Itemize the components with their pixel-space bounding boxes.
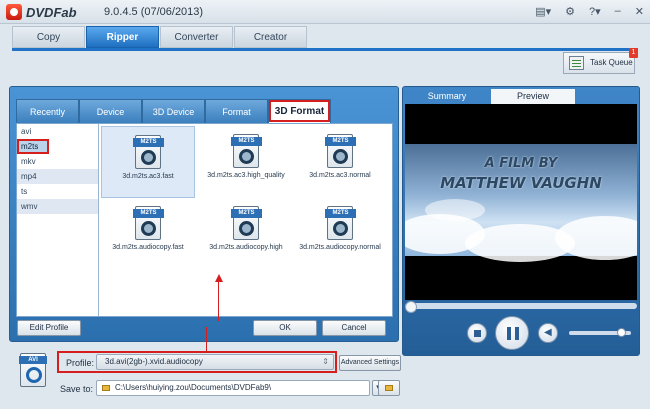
volume-icon: ◀	[544, 327, 552, 338]
menu-icon[interactable]: ▤▾	[535, 5, 551, 18]
profile-label: 3d.m2ts.ac3.normal	[309, 172, 371, 179]
profile-item[interactable]: M2TS 3d.m2ts.audiocopy.fast	[101, 198, 195, 270]
m2ts-file-icon: M2TS	[133, 135, 164, 169]
tab-copy[interactable]: Copy	[12, 26, 85, 48]
tab-3d-device[interactable]: 3D Device	[142, 99, 205, 123]
profile-label: 3d.m2ts.audiocopy.normal	[299, 244, 381, 251]
help-icon[interactable]: ?▾	[589, 5, 601, 18]
profile-item[interactable]: M2TS 3d.m2ts.ac3.normal	[293, 126, 387, 198]
dvdfab-logo-icon	[6, 4, 22, 20]
close-icon[interactable]: ✕	[635, 5, 644, 18]
ok-button[interactable]: OK	[253, 320, 317, 336]
tab-converter[interactable]: Converter	[160, 26, 233, 48]
stop-button[interactable]	[467, 323, 487, 343]
profile-content: avi m2ts mkv mp4 ts wmv M2TS 3d.m2ts.ac3…	[16, 123, 393, 321]
red-arrow-head	[215, 274, 223, 282]
video-preview: A FILM BY MATTHEW VAUGHN	[405, 104, 637, 300]
profile-label: 3d.m2ts.ac3.high_quality	[207, 172, 285, 179]
profile-grid: M2TS 3d.m2ts.ac3.fast M2TS 3d.m2ts.ac3.h…	[101, 126, 391, 321]
tab-creator[interactable]: Creator	[234, 26, 307, 48]
pause-icon	[507, 327, 511, 340]
pause-button[interactable]	[495, 316, 529, 350]
stop-icon	[474, 330, 481, 337]
m2ts-file-icon: M2TS	[231, 134, 262, 168]
preview-panel: Summary Preview A FILM BY MATTHEW VAUGHN…	[402, 86, 640, 356]
tab-recently[interactable]: Recently	[16, 99, 79, 123]
version-label: 9.0.4.5 (07/06/2013)	[104, 6, 204, 18]
cancel-button[interactable]: Cancel	[322, 320, 386, 336]
profile-value: 3d.avi(2gb-).xvid.audiocopy	[105, 357, 203, 366]
format-list: avi m2ts mkv mp4 ts wmv	[17, 124, 99, 316]
profile-label: 3d.m2ts.audiocopy.fast	[112, 244, 184, 251]
volume-button[interactable]: ◀	[538, 323, 558, 343]
minimize-icon[interactable]: –	[615, 5, 621, 18]
volume-knob[interactable]	[617, 328, 626, 337]
format-item-mp4[interactable]: mp4	[17, 169, 98, 184]
gear-icon[interactable]: ⚙	[565, 5, 575, 18]
profile-item[interactable]: M2TS 3d.m2ts.audiocopy.normal	[293, 198, 387, 270]
format-item-wmv[interactable]: wmv	[17, 199, 98, 214]
red-arrow-line-lower	[206, 327, 207, 353]
profile-item[interactable]: M2TS 3d.m2ts.ac3.high_quality	[199, 126, 293, 198]
format-item-mkv[interactable]: mkv	[17, 154, 98, 169]
format-item-ts[interactable]: ts	[17, 184, 98, 199]
profile-panel: Recently Device 3D Device Format 3D Form…	[9, 86, 399, 342]
tab-preview[interactable]: Preview	[491, 89, 575, 104]
seek-bar[interactable]	[405, 301, 637, 313]
advanced-settings-button[interactable]: Advanced Settings	[339, 355, 401, 371]
tab-underline	[12, 48, 638, 51]
format-item-m2ts[interactable]: m2ts	[17, 139, 49, 154]
edit-profile-button[interactable]: Edit Profile	[17, 320, 81, 336]
task-queue-label: Task Queue	[590, 58, 633, 67]
task-list-icon	[569, 56, 584, 70]
tab-ripper[interactable]: Ripper	[86, 26, 159, 48]
format-item-avi[interactable]: avi	[17, 124, 98, 139]
profile-category-tabs: Recently Device 3D Device Format 3D Form…	[16, 99, 331, 123]
browse-folder-button[interactable]	[378, 380, 400, 396]
m2ts-file-icon: M2TS	[325, 206, 356, 240]
tab-3d-format[interactable]: 3D Format	[268, 99, 331, 123]
m2ts-file-icon: M2TS	[325, 134, 356, 168]
profile-label: 3d.m2ts.audiocopy.high	[209, 244, 283, 251]
save-path-input[interactable]: C:\Users\huiying.zou\Documents\DVDFab9\	[96, 380, 370, 396]
m2ts-file-icon: M2TS	[133, 206, 164, 240]
format-row-selected: m2ts	[17, 139, 98, 154]
tab-device[interactable]: Device	[79, 99, 142, 123]
folder-icon	[102, 385, 110, 391]
profile-item[interactable]: M2TS 3d.m2ts.audiocopy.high	[199, 198, 293, 270]
window-controls: ▤▾ ⚙ ?▾ – ✕	[535, 5, 644, 18]
brand-name: DVDFab	[26, 5, 77, 20]
task-count-badge: 1	[629, 48, 638, 58]
task-queue-button[interactable]: Task Queue 1	[563, 48, 638, 74]
expand-icon: ⇕	[322, 357, 329, 366]
output-format-icon: AVI	[19, 353, 47, 387]
profile-label: 3d.m2ts.ac3.fast	[122, 173, 174, 180]
red-arrow-line	[218, 281, 219, 321]
main-tabs: Copy Ripper Converter Creator	[12, 26, 307, 48]
save-to-label: Save to:	[60, 384, 94, 394]
title-bar: DVDFab 9.0.4.5 (07/06/2013) ▤▾ ⚙ ?▾ – ✕	[0, 0, 650, 24]
video-caption-line2: MATTHEW VAUGHN	[440, 174, 602, 192]
tab-summary[interactable]: Summary	[405, 89, 489, 104]
save-path-value: C:\Users\huiying.zou\Documents\DVDFab9\	[115, 383, 272, 392]
folder-icon	[385, 385, 393, 391]
profile-select[interactable]: 3d.avi(2gb-).xvid.audiocopy ⇕	[96, 354, 334, 370]
m2ts-file-icon: M2TS	[231, 206, 262, 240]
video-caption-line1: A FILM BY	[484, 156, 558, 171]
profile-item[interactable]: M2TS 3d.m2ts.ac3.fast	[101, 126, 195, 198]
volume-slider[interactable]	[569, 328, 631, 337]
tab-format[interactable]: Format	[205, 99, 268, 123]
